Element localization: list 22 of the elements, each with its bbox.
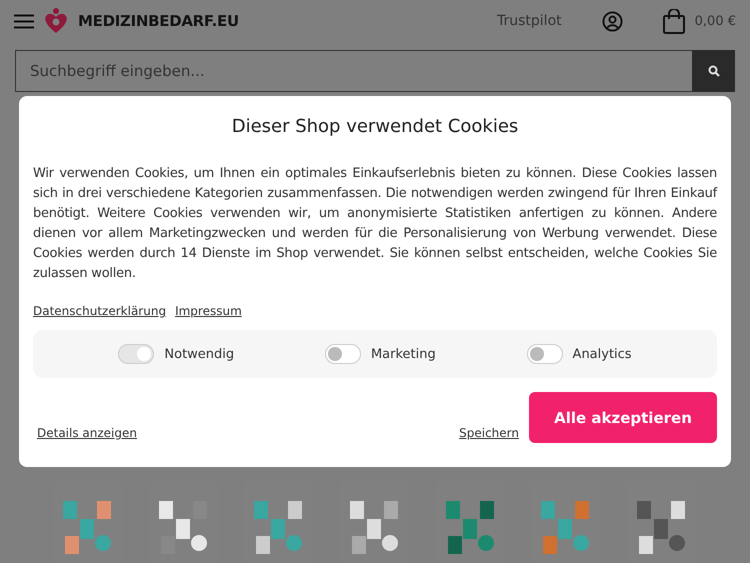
heart-logo-icon	[44, 8, 68, 34]
toggle-switch[interactable]	[324, 344, 361, 364]
shopping-bag-icon[interactable]	[662, 8, 685, 34]
cookie-description: Wir verwenden Cookies, um Ihnen ein optimales Einkaufserlebnis bieten zu können. Diese Cookies lassen sich in drei verschiedene Kategorien zusammenfassen. Die notwendigen werden zwingend für Ihren Einkauf benötigt. Weitere Cookies verwenden wir, um anonymisierte Statistiken anfertigen zu können. Andere dienen vor allem Marketingzwecken und werden für die Personalisierung von Werbung verwendet. Diese Cookies werden durch 14 Dienste im Shop verwendet. Sie können selbst entscheiden, welche Cookies Sie zulassen wollen.	[33, 165, 717, 283]
footer-link[interactable]: Impressum	[175, 304, 242, 318]
category-label: Analytics	[572, 346, 632, 362]
toggle-switch[interactable]	[526, 344, 563, 364]
menu-icon[interactable]	[14, 14, 34, 28]
accept-all-button[interactable]: Alle akzeptieren	[529, 392, 717, 443]
dialog-title: Dieser Shop verwendet Cookies	[230, 116, 520, 137]
logo-text[interactable]: MEDIZINBEDARF.EU	[78, 12, 239, 30]
footer-link[interactable]: Datenschutzerklärung	[33, 304, 166, 318]
search-icon	[708, 65, 720, 77]
search-field[interactable]: Suchbegriff eingeben...	[15, 50, 692, 92]
trustpilot-link[interactable]: Trustpilot	[497, 13, 562, 29]
account-icon[interactable]	[602, 10, 623, 32]
category-label: Marketing	[370, 346, 436, 362]
details-link[interactable]: Details anzeigen	[37, 426, 137, 440]
cart-total[interactable]: 0,00 €	[694, 14, 736, 28]
search-button[interactable]	[692, 50, 735, 92]
category-label: Notwendig	[164, 346, 234, 362]
save-link[interactable]: Speichern	[459, 426, 519, 440]
